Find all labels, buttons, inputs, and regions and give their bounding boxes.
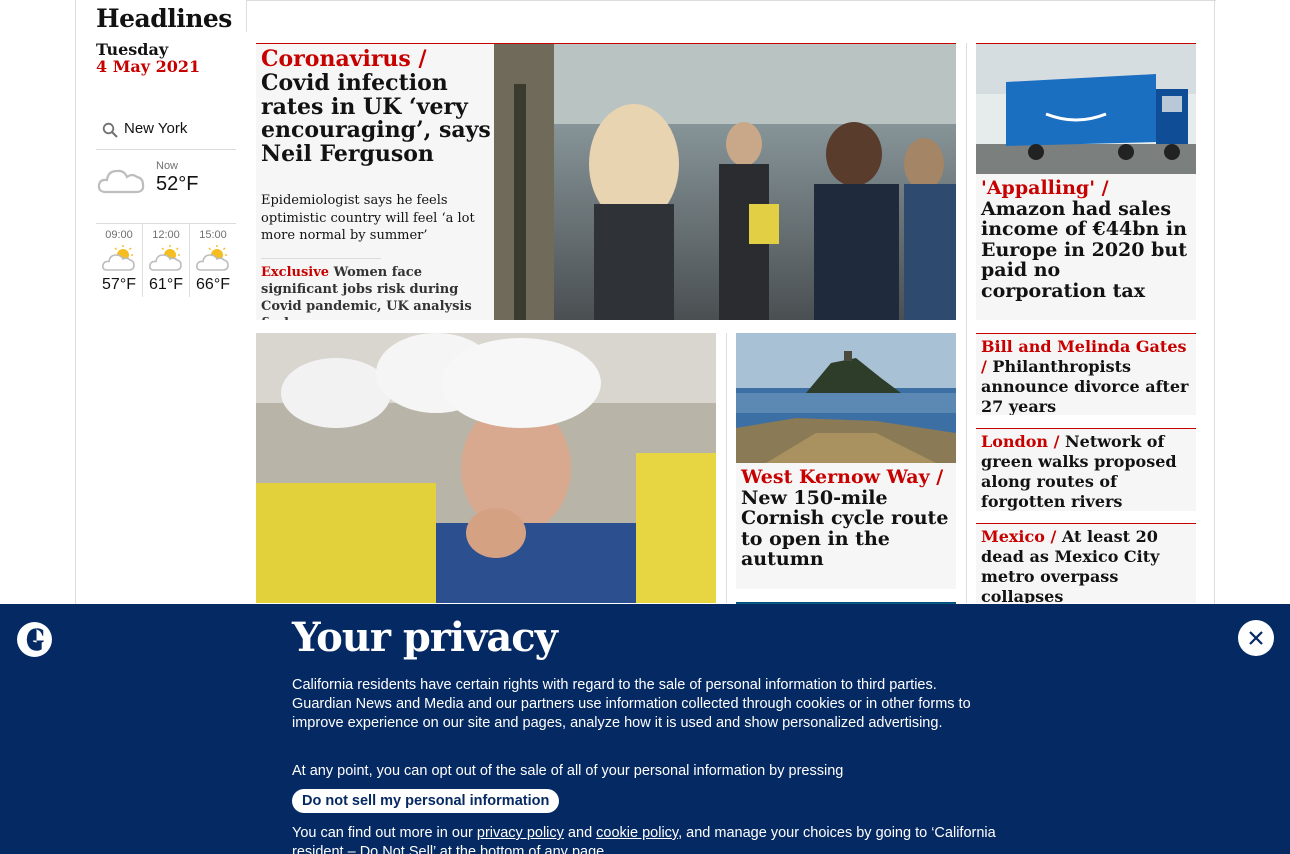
forecast-temp: 57°F xyxy=(102,276,136,293)
story-kicker: West Kernow Way / xyxy=(741,466,944,488)
guardian-logo-icon xyxy=(17,622,52,657)
sun-behind-cloud-icon xyxy=(102,245,135,271)
story-headline[interactable]: Mexico / At least 20 dead as Mexico City… xyxy=(981,527,1193,603)
forecast-temp: 66°F xyxy=(196,276,230,293)
privacy-title: Your privacy xyxy=(292,614,558,661)
privacy-more-pre: You can find out more in our xyxy=(292,825,477,841)
story-card-london[interactable]: London / Network of green walks proposed… xyxy=(976,428,1196,511)
story-standfirst: Epidemiologist says he feels optimistic … xyxy=(261,193,475,244)
cloudy-icon xyxy=(97,169,145,194)
privacy-more-and: and xyxy=(563,825,597,841)
hardhat-workers-photo[interactable] xyxy=(256,333,716,603)
story-headline[interactable]: West Kernow Way / New 150-mile Cornish c… xyxy=(741,467,951,570)
story-card-photo-large[interactable] xyxy=(256,333,716,603)
privacy-policy-link[interactable]: privacy policy xyxy=(477,825,564,841)
story-card-mexico[interactable]: Mexico / At least 20 dead as Mexico City… xyxy=(976,523,1196,603)
story-headline-text: Philanthropists announce divorce after 2… xyxy=(981,357,1189,415)
forecast-time: 12:00 xyxy=(152,229,180,241)
cookie-policy-link[interactable]: cookie policy xyxy=(596,825,678,841)
story-card-gates[interactable]: Bill and Melinda Gates / Philanthropists… xyxy=(976,333,1196,415)
story-headline-text: New 150-mile Cornish cycle route to open… xyxy=(741,486,949,571)
sun-behind-cloud-icon xyxy=(149,245,182,271)
forecast-item: 15:00 66°F xyxy=(190,224,236,297)
column-divider xyxy=(966,43,967,603)
top-rule xyxy=(246,0,1216,1)
story-kicker: Mexico / xyxy=(981,527,1057,546)
close-privacy-button[interactable] xyxy=(1238,620,1274,656)
story-card-kernow[interactable]: West Kernow Way / New 150-mile Cornish c… xyxy=(736,333,956,589)
forecast-temp: 61°F xyxy=(149,276,183,293)
forecast-time: 15:00 xyxy=(199,229,227,241)
story-sublink[interactable]: Exclusive Women face significant jobs ri… xyxy=(261,265,486,320)
weather-location[interactable]: New York xyxy=(124,120,187,137)
crowd-street-photo[interactable] xyxy=(494,44,956,320)
story-headline-text: Amazon had sales income of €44bn in Euro… xyxy=(981,197,1187,302)
story-headline[interactable]: Bill and Melinda Gates / Philanthropists… xyxy=(981,337,1193,415)
section-title: Headlines xyxy=(96,4,232,33)
story-kicker: 'Appalling' / xyxy=(981,177,1109,199)
story-card-amazon[interactable]: 'Appalling' / Amazon had sales income of… xyxy=(976,43,1196,320)
coastal-island-photo[interactable] xyxy=(736,333,956,463)
weather-forecast: 09:00 57°F 12:00 61°F 15:00 66°F xyxy=(96,223,236,297)
privacy-body: California residents have certain rights… xyxy=(292,677,971,731)
privacy-opt-out-text: At any point, you can opt out of the sal… xyxy=(292,763,844,779)
story-kicker: Coronavirus / xyxy=(261,46,427,72)
story-card-coronavirus[interactable]: Coronavirus / Covid infection rates in U… xyxy=(256,43,956,320)
forecast-item: 09:00 57°F xyxy=(96,224,143,297)
column-divider xyxy=(726,333,727,603)
close-icon xyxy=(1249,631,1263,645)
forecast-item: 12:00 61°F xyxy=(143,224,190,297)
search-icon xyxy=(102,122,118,138)
current-date: 4 May 2021 xyxy=(96,57,201,76)
story-headline[interactable]: London / Network of green walks proposed… xyxy=(981,432,1193,511)
forecast-time: 09:00 xyxy=(105,229,133,241)
story-kicker: London / xyxy=(981,432,1060,451)
weather-now-temp: 52°F xyxy=(156,173,199,195)
privacy-more-info: You can find out more in our privacy pol… xyxy=(292,824,1012,854)
weather-location-search[interactable]: New York xyxy=(96,116,236,150)
sublink-divider xyxy=(261,258,381,259)
story-headline[interactable]: Coronavirus / Covid infection rates in U… xyxy=(261,46,491,167)
delivery-truck-photo[interactable] xyxy=(976,44,1196,174)
do-not-sell-button[interactable]: Do not sell my personal information xyxy=(292,789,560,813)
sublink-kicker: Exclusive xyxy=(261,265,330,280)
sun-behind-cloud-icon xyxy=(196,245,229,271)
header-divider xyxy=(246,0,247,32)
story-headline[interactable]: 'Appalling' / Amazon had sales income of… xyxy=(981,178,1191,301)
weather-now-label: Now xyxy=(156,160,179,172)
story-headline-text: Covid infection rates in UK ‘very encour… xyxy=(261,69,491,167)
privacy-banner: Your privacy California residents have c… xyxy=(0,604,1290,854)
